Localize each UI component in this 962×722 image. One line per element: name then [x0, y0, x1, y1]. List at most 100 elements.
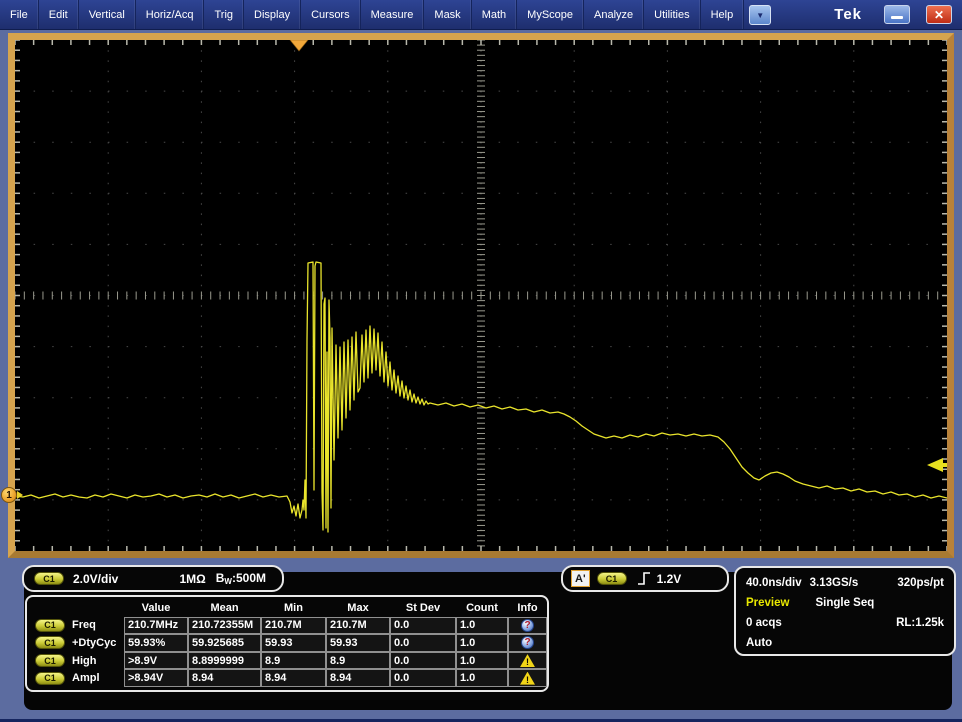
measurement-value-cell: >8.9V — [124, 652, 188, 670]
menu-item-cursors[interactable]: Cursors — [301, 0, 361, 29]
waveform-display[interactable] — [8, 33, 954, 558]
chevron-down-icon: ▼ — [756, 11, 764, 20]
measurement-name: Freq — [72, 619, 96, 631]
menu-item-mask[interactable]: Mask — [424, 0, 471, 29]
menu-item-vertical[interactable]: Vertical — [79, 0, 136, 29]
info-question-icon: ? — [521, 619, 534, 632]
menu-item-file[interactable]: File — [0, 0, 39, 29]
menubar-spacer — [777, 0, 834, 29]
warning-icon: ! — [520, 672, 535, 685]
measurement-count-cell: 1.0 — [456, 634, 508, 652]
measurement-count-cell: 1.0 — [456, 617, 508, 635]
measurement-value-cell: 210.7MHz — [124, 617, 188, 635]
measurement-row-label: C1 +DtyCyc — [31, 634, 124, 652]
timebase: 40.0ns/div — [746, 577, 802, 589]
menu-item-analyze[interactable]: Analyze — [584, 0, 644, 29]
input-impedance: 1MΩ — [179, 572, 205, 586]
measurement-header-mean: Mean — [188, 599, 261, 616]
menu-item-math[interactable]: Math — [472, 0, 517, 29]
channel-marker-arrow-icon — [17, 491, 23, 499]
channel1-readout[interactable]: C1 2.0V/div 1MΩ BW:500M — [22, 565, 284, 592]
trigger-position-marker[interactable] — [290, 40, 308, 51]
measurement-max-cell: 8.94 — [326, 669, 390, 687]
measurement-max-cell: 59.93 — [326, 634, 390, 652]
measurement-value-cell: 59.93% — [124, 634, 188, 652]
info-question-icon: ? — [521, 636, 534, 649]
waveform-svg — [15, 40, 947, 551]
channel1-badge: C1 — [34, 572, 64, 585]
measurement-header-st-dev: St Dev — [390, 599, 456, 616]
measurement-channel-badge: C1 — [35, 636, 65, 649]
measurement-value-cell: >8.94V — [124, 669, 188, 687]
measurement-stdev-cell: 0.0 — [390, 617, 456, 635]
close-button[interactable]: ✕ — [926, 5, 952, 24]
measurement-info-cell[interactable]: ! — [508, 652, 547, 670]
measurement-info-cell[interactable]: ? — [508, 617, 547, 635]
measurement-count-cell: 1.0 — [456, 652, 508, 670]
measurement-stdev-cell: 0.0 — [390, 669, 456, 687]
oscilloscope-screen: { "window": { "logo": "Tek", "dropdown_g… — [0, 0, 962, 722]
menu-item-measure[interactable]: Measure — [361, 0, 425, 29]
measurement-info-cell[interactable]: ? — [508, 634, 547, 652]
menu-bar: FileEditVerticalHoriz/AcqTrigDisplayCurs… — [0, 0, 962, 30]
measurement-header-min: Min — [261, 599, 326, 616]
tek-logo: Tek — [834, 6, 862, 23]
trigger-mode: Auto — [746, 637, 772, 649]
menu-item-display[interactable]: Display — [244, 0, 301, 29]
measurement-min-cell: 210.7M — [261, 617, 326, 635]
measurement-name: High — [72, 655, 96, 667]
channel1-position-marker[interactable]: 1 — [1, 487, 23, 503]
menu-item-utilities[interactable]: Utilities — [644, 0, 700, 29]
measurement-min-cell: 8.9 — [261, 652, 326, 670]
trigger-source-chip: A' — [571, 570, 590, 587]
measurement-panel: ValueMeanMinMaxSt DevCountInfo C1 Freq 210.… — [25, 595, 549, 692]
menu-dropdown-button[interactable]: ▼ — [749, 5, 771, 25]
measurement-max-cell: 8.9 — [326, 652, 390, 670]
preview-status: Preview — [746, 597, 789, 609]
measurement-header-count: Count — [456, 599, 508, 616]
close-icon: ✕ — [934, 8, 944, 22]
menu-item-horiz-acq[interactable]: Horiz/Acq — [136, 0, 205, 29]
acquisition-count: 0 acqs — [746, 617, 782, 629]
measurement-info-cell[interactable]: ! — [508, 669, 547, 687]
measurement-header-max: Max — [326, 599, 390, 616]
measurement-name: +DtyCyc — [72, 637, 116, 649]
measurement-header-spacer — [31, 599, 124, 616]
measurement-header-info: Info — [508, 599, 547, 616]
horizontal-readout[interactable]: 40.0ns/div 3.13GS/s 320ps/pt Preview Sin… — [734, 566, 956, 656]
measurement-mean-cell: 8.8999999 — [188, 652, 261, 670]
measurement-count-cell: 1.0 — [456, 669, 508, 687]
menu-item-help[interactable]: Help — [701, 0, 745, 29]
measurement-max-cell: 210.7M — [326, 617, 390, 635]
menu-item-edit[interactable]: Edit — [39, 0, 79, 29]
measurement-min-cell: 8.94 — [261, 669, 326, 687]
graticule-grid — [15, 40, 947, 551]
menu-item-myscope[interactable]: MyScope — [517, 0, 584, 29]
menu-item-trig[interactable]: Trig — [204, 0, 244, 29]
measurement-mean-cell: 210.72355M — [188, 617, 261, 635]
sample-resolution: 320ps/pt — [897, 577, 944, 589]
record-length: RL:1.25k — [896, 617, 944, 629]
measurement-channel-badge: C1 — [35, 672, 65, 685]
measurement-channel-badge: C1 — [35, 619, 65, 632]
measurement-header-value: Value — [124, 599, 188, 616]
vertical-scale: 2.0V/div — [73, 572, 118, 586]
sample-rate: 3.13GS/s — [810, 577, 859, 589]
measurement-stdev-cell: 0.0 — [390, 652, 456, 670]
acquisition-mode: Single Seq — [815, 597, 874, 609]
bandwidth-readout: BW:500M — [216, 571, 266, 586]
measurement-min-cell: 59.93 — [261, 634, 326, 652]
trigger-level: 1.2V — [657, 572, 682, 586]
trigger-channel-badge: C1 — [597, 572, 627, 585]
measurement-mean-cell: 8.94 — [188, 669, 261, 687]
measurement-name: Ampl — [72, 672, 100, 684]
minimize-icon — [891, 16, 903, 19]
measurement-row-label: C1 High — [31, 652, 124, 670]
rising-edge-icon — [637, 571, 651, 586]
measurement-channel-badge: C1 — [35, 654, 65, 667]
minimize-button[interactable] — [884, 5, 910, 24]
trigger-readout[interactable]: A' C1 1.2V — [561, 565, 729, 592]
warning-icon: ! — [520, 654, 535, 667]
measurement-row-label: C1 Freq — [31, 617, 124, 635]
measurement-stdev-cell: 0.0 — [390, 634, 456, 652]
